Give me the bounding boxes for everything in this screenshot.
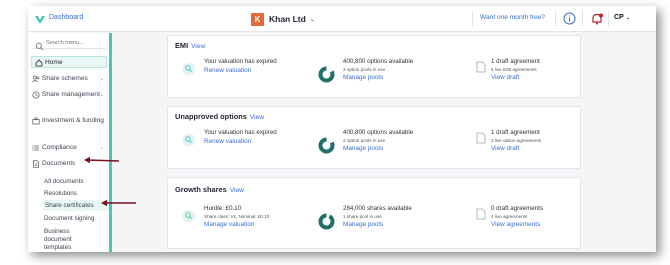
chevron-down-icon: ⌄ bbox=[99, 118, 104, 124]
sidebar-item-label: Share schemes bbox=[42, 75, 88, 82]
divider bbox=[472, 11, 473, 27]
free-month-link[interactable]: Want one month free? bbox=[480, 14, 545, 21]
card-title: Growth shares View bbox=[175, 185, 244, 194]
donut-chart-icon bbox=[318, 66, 335, 83]
draft-agreements: 0 draft agreements bbox=[491, 205, 543, 212]
card-title: EMI View bbox=[175, 41, 205, 50]
sidebar-subitem-resolutions[interactable]: Resolutions bbox=[44, 190, 108, 198]
renew-valuation-link[interactable]: Renew valuation bbox=[204, 66, 324, 75]
card-view-link[interactable]: View bbox=[230, 187, 244, 194]
magnifier-icon bbox=[182, 133, 196, 147]
user-initials: CP bbox=[614, 14, 624, 21]
document-icon bbox=[476, 60, 486, 73]
chevron-down-icon: ⌄ bbox=[625, 15, 630, 21]
valuation-status: Your valuation has expired bbox=[204, 129, 277, 136]
chevron-down-icon: ⌄ bbox=[99, 76, 104, 82]
chevron-down-icon: ⌄ bbox=[99, 145, 104, 151]
search-icon bbox=[35, 38, 44, 51]
manage-pools-link[interactable]: Manage pools bbox=[343, 220, 463, 229]
document-icon bbox=[32, 160, 40, 168]
unapproved-options-card: Unapproved options View Your valuation ha… bbox=[167, 106, 581, 169]
hurdle-value: Hurdle: £0.10 bbox=[204, 205, 242, 212]
magnifier-icon bbox=[182, 209, 196, 223]
home-icon bbox=[35, 58, 43, 67]
people-icon bbox=[32, 75, 40, 83]
view-draft-link[interactable]: View draft bbox=[491, 73, 611, 82]
pools-in-use: 3 option pools in use bbox=[343, 67, 386, 72]
draft-agreements: 1 draft agreement bbox=[491, 129, 540, 136]
share-class-info: Share class: Vs, Nominal: £0.10 bbox=[204, 214, 270, 219]
draft-agreements: 1 draft agreement bbox=[491, 58, 540, 65]
help-icon[interactable] bbox=[563, 12, 576, 25]
live-agreements: 4 live agreements bbox=[491, 214, 528, 219]
renew-valuation-link[interactable]: Renew valuation bbox=[204, 137, 324, 146]
document-icon bbox=[476, 131, 486, 144]
card-title: Unapproved options View bbox=[175, 112, 264, 121]
divider bbox=[555, 11, 556, 27]
notification-bell-icon[interactable] bbox=[590, 12, 604, 26]
chevron-down-icon: ⌄ bbox=[99, 92, 104, 98]
company-switcher[interactable]: K Khan Ltd ⌄ bbox=[251, 11, 315, 27]
company-badge: K bbox=[251, 12, 264, 26]
user-menu[interactable]: CP ⌄ bbox=[614, 14, 630, 21]
sidebar-item-label: Home bbox=[45, 58, 63, 66]
divider bbox=[582, 11, 583, 27]
manage-valuation-link[interactable]: Manage valuation bbox=[204, 220, 324, 229]
divider bbox=[608, 11, 609, 27]
donut-chart-icon bbox=[318, 213, 335, 230]
magnifier-icon bbox=[182, 62, 196, 76]
shares-available: 284,000 shares available bbox=[343, 205, 412, 212]
briefcase-icon bbox=[32, 117, 40, 125]
valuation-status: Your valuation has expired bbox=[204, 58, 277, 65]
sidebar-subitem-all-documents[interactable]: All documents bbox=[44, 178, 108, 186]
live-agreements: 2 live option agreements bbox=[491, 138, 542, 143]
sidebar-subitem-document-signing[interactable]: Document signing bbox=[44, 215, 108, 223]
sidebar-search bbox=[32, 37, 106, 51]
view-agreements-link[interactable]: View agreements bbox=[491, 220, 611, 229]
search-input[interactable] bbox=[46, 38, 104, 48]
sidebar-item-label: Investment & funding bbox=[42, 117, 104, 124]
pools-in-use: 2 option pools in use bbox=[343, 138, 386, 143]
list-icon bbox=[32, 144, 40, 152]
top-bar: Dashboard K Khan Ltd ⌄ Want one month fr… bbox=[28, 6, 656, 32]
manage-pools-link[interactable]: Manage pools bbox=[343, 73, 463, 82]
company-name: Khan Ltd bbox=[269, 14, 306, 24]
app-window: Dashboard K Khan Ltd ⌄ Want one month fr… bbox=[28, 6, 656, 252]
view-draft-link[interactable]: View draft bbox=[491, 144, 611, 153]
clock-icon bbox=[32, 91, 40, 99]
donut-chart-icon bbox=[318, 137, 335, 154]
sidebar: Home Share schemes ⌄ Share management ⌄ … bbox=[28, 33, 112, 252]
card-title-text: Unapproved options bbox=[175, 112, 247, 121]
live-agreements: 6 live EMI agreements bbox=[491, 67, 537, 72]
sidebar-item-home[interactable]: Home bbox=[31, 56, 107, 68]
app-logo-icon[interactable] bbox=[34, 13, 46, 25]
annotation-arrow-icon bbox=[101, 199, 136, 207]
chevron-down-icon: ⌄ bbox=[309, 16, 315, 23]
emi-card: EMI View Your valuation has expired Renew… bbox=[167, 35, 581, 98]
sidebar-subitem-business-document-templates[interactable]: Business document templates bbox=[44, 228, 94, 252]
options-available: 400,800 options available bbox=[343, 129, 414, 136]
card-title-text: EMI bbox=[175, 41, 189, 50]
sidebar-item-label: Compliance bbox=[42, 144, 77, 151]
pools-in-use: 1 share pool in use bbox=[343, 214, 382, 219]
options-available: 400,800 options available bbox=[343, 58, 414, 65]
dashboard-link[interactable]: Dashboard bbox=[49, 14, 83, 21]
card-view-link[interactable]: View bbox=[250, 114, 264, 121]
growth-shares-card: Growth shares View Hurdle: £0.10 Share cl… bbox=[167, 177, 581, 249]
card-title-text: Growth shares bbox=[175, 185, 227, 194]
document-icon bbox=[476, 207, 486, 220]
sidebar-subitem-share-certificates[interactable]: Share certificates bbox=[43, 200, 109, 211]
manage-pools-link[interactable]: Manage pools bbox=[343, 144, 463, 153]
annotation-arrow-icon bbox=[84, 156, 120, 164]
card-view-link[interactable]: View bbox=[191, 43, 205, 50]
